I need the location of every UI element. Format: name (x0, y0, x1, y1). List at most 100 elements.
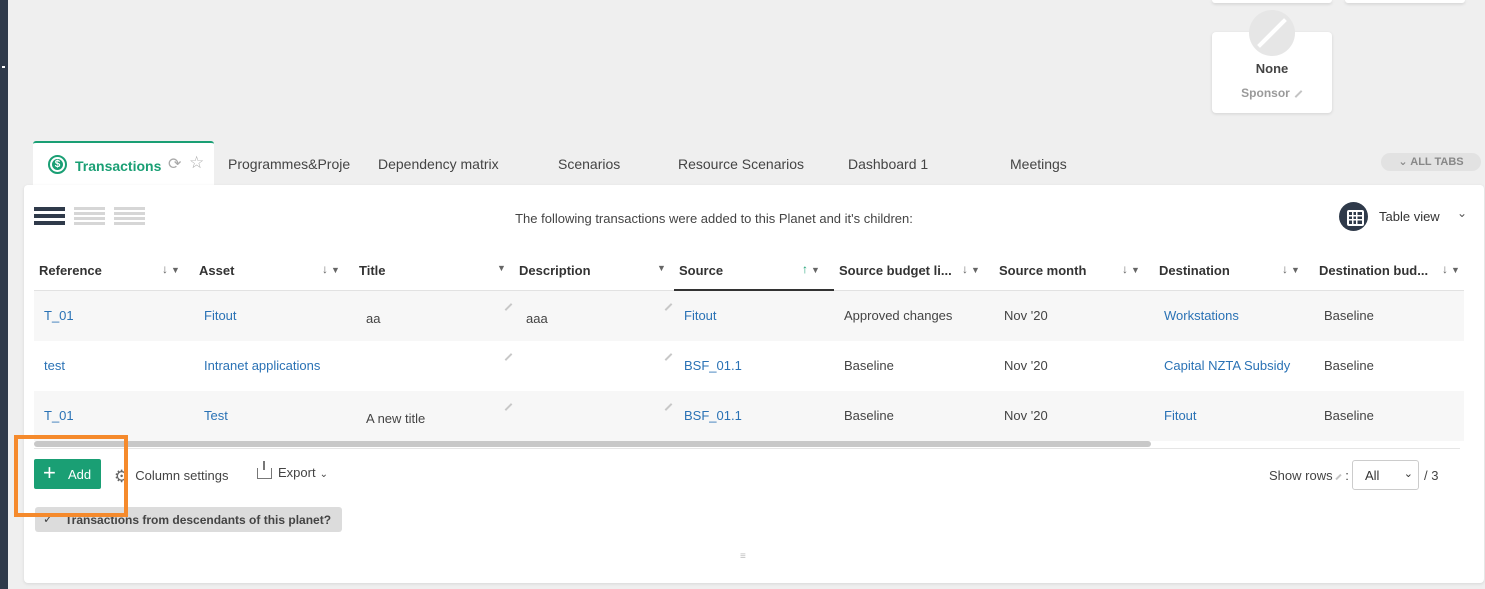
edit-pencil-icon[interactable] (664, 353, 673, 361)
empty-avatar-icon (1249, 10, 1295, 56)
page-total: / 3 (1424, 468, 1439, 483)
tab-programmes[interactable]: Programmes&Proje (228, 156, 350, 172)
col-asset-controls[interactable]: ↓ ▼ (322, 262, 340, 276)
cell-reference[interactable]: test (44, 358, 65, 373)
table-view-label: Table view (1379, 209, 1440, 224)
cell-source[interactable]: BSF_01.1 (684, 358, 742, 373)
cell-destination[interactable]: Capital NZTA Subsidy (1164, 358, 1290, 373)
export-label: Export (278, 465, 316, 480)
highlight-box (14, 435, 128, 517)
top-card-edge (1345, 0, 1465, 3)
col-source[interactable]: Source (679, 263, 723, 278)
cell-destination[interactable]: Fitout (1164, 408, 1197, 423)
col-description-controls[interactable]: ▼ (654, 262, 666, 274)
col-destination[interactable]: Destination (1159, 263, 1230, 278)
star-icon[interactable]: ☆ (189, 153, 204, 173)
edit-pencil-icon[interactable] (504, 403, 513, 411)
rows-per-page-value: All (1365, 468, 1380, 483)
table-row[interactable]: test Intranet applications BSF_01.1 Base… (34, 341, 1464, 391)
tab-dependency-matrix[interactable]: Dependency matrix (378, 156, 499, 172)
dollar-coin-icon: $ (48, 155, 67, 174)
col-source-month-controls[interactable]: ↓ ▼ (1122, 262, 1140, 276)
export-button[interactable]: Export ⌄ (257, 461, 328, 480)
filter-icon[interactable]: ▼ (811, 265, 820, 275)
filter-icon[interactable]: ▼ (331, 265, 340, 275)
cell-reference[interactable]: T_01 (44, 308, 74, 323)
sponsor-name: None (1255, 61, 1289, 76)
cell-destination[interactable]: Workstations (1164, 308, 1239, 323)
edit-pencil-icon[interactable] (1294, 89, 1303, 98)
cell-destination-budget: Baseline (1324, 308, 1374, 323)
col-title-controls[interactable]: ▼ (494, 262, 506, 274)
cell-asset[interactable]: Fitout (204, 308, 237, 323)
cell-source[interactable]: BSF_01.1 (684, 408, 742, 423)
sort-up-icon[interactable]: ↑ (802, 262, 808, 276)
table-row[interactable]: T_01 Test A new title BSF_01.1 Baseline … (34, 391, 1464, 441)
all-tabs-button[interactable]: ⌄ ALL TABS (1381, 153, 1481, 171)
edit-pencil-icon[interactable] (504, 303, 513, 311)
tab-transactions[interactable]: $ Transactions ⟳ ☆ (33, 141, 214, 186)
column-settings-button[interactable]: ⚙ Column settings (114, 465, 229, 486)
sort-down-icon[interactable]: ↓ (1282, 262, 1288, 276)
col-destination-budget[interactable]: Destination bud... (1319, 263, 1428, 278)
table-row[interactable]: T_01 Fitout aa aaa Fitout Approved chang… (34, 291, 1464, 341)
cell-description[interactable]: aaa (526, 311, 548, 326)
cell-source-budget: Approved changes (844, 308, 953, 323)
filter-icon[interactable]: ▼ (1291, 265, 1300, 275)
filter-icon[interactable]: ▼ (1131, 265, 1140, 275)
tab-resource-scenarios[interactable]: Resource Scenarios (678, 156, 804, 172)
col-description[interactable]: Description (519, 263, 591, 278)
sort-down-icon[interactable]: ↓ (962, 262, 968, 276)
horizontal-scrollbar[interactable] (34, 441, 1151, 447)
col-title[interactable]: Title (359, 263, 386, 278)
tab-dashboard-1[interactable]: Dashboard 1 (848, 156, 928, 172)
sponsor-role-label: Sponsor (1241, 86, 1290, 100)
edit-pencil-icon[interactable] (664, 303, 673, 311)
footer-divider (34, 448, 1460, 449)
cell-asset[interactable]: Test (204, 408, 228, 423)
sort-down-icon[interactable]: ↓ (1122, 262, 1128, 276)
cell-asset[interactable]: Intranet applications (204, 358, 320, 373)
cell-destination-budget: Baseline (1324, 358, 1374, 373)
filter-icon[interactable]: ▼ (1451, 265, 1460, 275)
column-settings-label: Column settings (135, 468, 229, 483)
sort-down-icon[interactable]: ↓ (322, 262, 328, 276)
sort-down-icon[interactable]: ↓ (1442, 262, 1448, 276)
top-card-edge (1212, 0, 1332, 3)
sponsor-role: Sponsor (1212, 86, 1332, 100)
col-source-controls[interactable]: ↑ ▼ (802, 262, 820, 276)
edit-pencil-icon[interactable] (664, 403, 673, 411)
chevron-down-icon: ⌄ (1403, 468, 1413, 480)
sponsor-card[interactable]: None Sponsor (1212, 10, 1332, 113)
filter-icon[interactable]: ▼ (971, 265, 980, 275)
col-source-month[interactable]: Source month (999, 263, 1086, 278)
edit-pencil-icon[interactable] (504, 353, 513, 361)
col-asset[interactable]: Asset (199, 263, 234, 278)
cell-title[interactable]: A new title (366, 411, 425, 426)
filter-icon[interactable]: ▼ (171, 265, 180, 275)
resize-handle-icon[interactable]: ≡ (740, 551, 746, 562)
col-source-budget-line[interactable]: Source budget li... (839, 263, 952, 278)
refresh-icon[interactable]: ⟳ (168, 154, 181, 174)
download-icon (257, 461, 272, 479)
filter-icon[interactable]: ▼ (657, 263, 666, 273)
rows-per-page-select[interactable]: All ⌄ (1352, 460, 1419, 490)
col-destination-controls[interactable]: ↓ ▼ (1282, 262, 1300, 276)
filter-icon[interactable]: ▼ (497, 263, 506, 273)
sort-down-icon[interactable]: ↓ (162, 262, 168, 276)
cell-source-budget: Baseline (844, 408, 894, 423)
cell-source[interactable]: Fitout (684, 308, 717, 323)
cell-reference[interactable]: T_01 (44, 408, 74, 423)
table-grid-icon (1339, 202, 1368, 231)
chevron-down-icon: ⌄ (319, 469, 328, 480)
col-reference-controls[interactable]: ↓ ▼ (162, 262, 180, 276)
cell-title[interactable]: aa (366, 311, 380, 326)
tab-meetings[interactable]: Meetings (1010, 156, 1067, 172)
col-source-budget-controls[interactable]: ↓ ▼ (962, 262, 980, 276)
tab-scenarios[interactable]: Scenarios (558, 156, 620, 172)
edit-pencil-icon[interactable] (1334, 473, 1342, 480)
cell-destination-budget: Baseline (1324, 408, 1374, 423)
col-destination-budget-controls[interactable]: ↓ ▼ (1442, 262, 1460, 276)
col-reference[interactable]: Reference (39, 263, 102, 278)
sidebar-marker (2, 66, 5, 68)
